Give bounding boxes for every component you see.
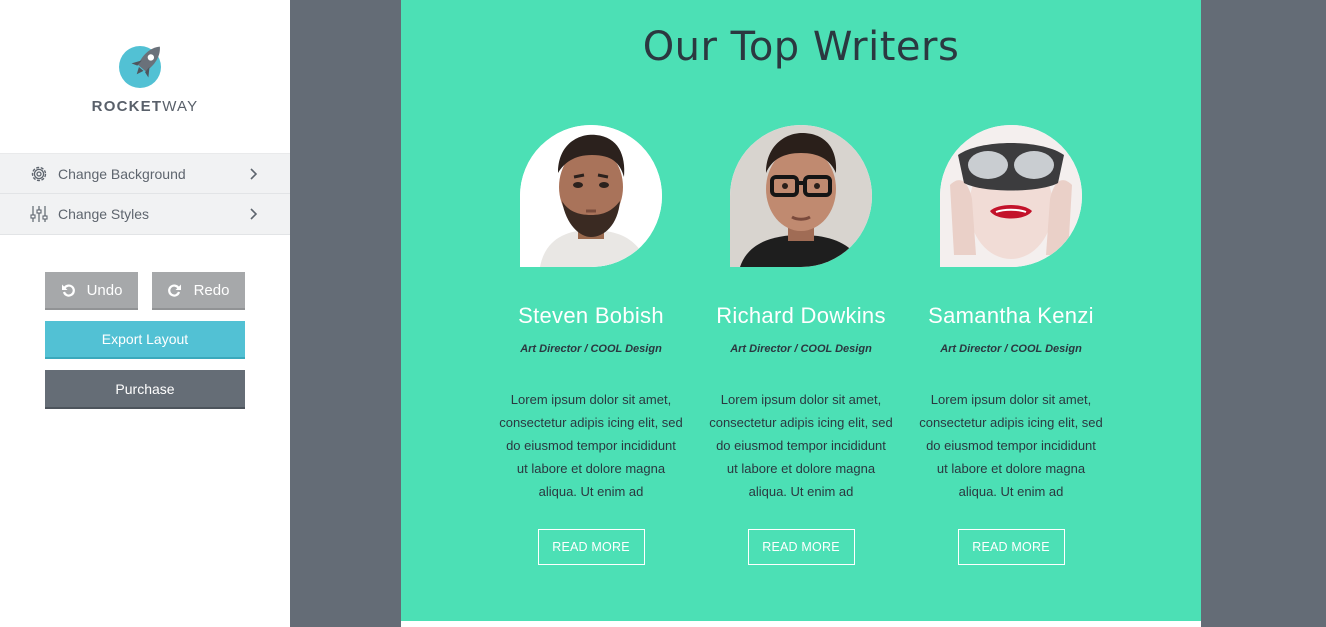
redo-label: Redo [193, 281, 230, 299]
undo-label: Undo [86, 281, 123, 299]
writer-bio: Lorem ipsum dolor sit amet, consectetur … [499, 392, 683, 499]
sidebar-menu: Change Background Change Styles [0, 153, 290, 235]
writer-card: Steven Bobish Art Director / COOL Design… [486, 125, 696, 565]
sidebar: ROCKETWAY Change Background Change Style… [0, 0, 290, 627]
writer-bio: Lorem ipsum dolor sit amet, consectetur … [709, 392, 893, 499]
section-title: Our Top Writers [642, 24, 960, 70]
history-buttons: Undo Redo [45, 272, 245, 311]
writer-name: Richard Dowkins [716, 303, 886, 328]
read-more-button[interactable]: READ MORE [537, 529, 645, 565]
gear-icon [30, 165, 48, 183]
read-more-button[interactable]: READ MORE [747, 529, 855, 565]
writer-photo [730, 125, 872, 267]
writer-card: Richard Dowkins Art Director / COOL Desi… [696, 125, 906, 565]
logo: ROCKETWAY [0, 40, 290, 115]
writer-photo [940, 125, 1082, 267]
chevron-right-icon [250, 168, 258, 180]
export-layout-button[interactable]: Export Layout [45, 321, 245, 359]
logo-text: ROCKETWAY [91, 98, 199, 115]
menu-item-change-styles[interactable]: Change Styles [0, 194, 290, 235]
undo-icon [61, 284, 75, 297]
chevron-right-icon [250, 208, 258, 220]
next-section-preview [401, 621, 1201, 627]
writer-bio: Lorem ipsum dolor sit amet, consectetur … [919, 392, 1103, 499]
writer-role: Art Director / COOL Design [940, 343, 1082, 355]
purchase-button[interactable]: Purchase [45, 370, 245, 409]
writer-photo [520, 125, 662, 267]
writer-role: Art Director / COOL Design [520, 343, 662, 355]
writer-name: Steven Bobish [518, 303, 664, 328]
menu-item-change-background[interactable]: Change Background [0, 153, 290, 194]
menu-item-label: Change Background [58, 165, 186, 182]
app: ROCKETWAY Change Background Change Style… [0, 0, 1326, 627]
writer-name: Samantha Kenzi [928, 303, 1094, 328]
redo-icon [167, 284, 181, 297]
writer-card: Samantha Kenzi Art Director / COOL Desig… [906, 125, 1116, 565]
editor-canvas: Our Top Writers Steven Bobish Art Direct… [290, 0, 1326, 627]
writers-section[interactable]: Our Top Writers Steven Bobish Art Direct… [401, 0, 1201, 621]
menu-item-label: Change Styles [58, 206, 150, 222]
writer-role: Art Director / COOL Design [730, 343, 872, 355]
undo-button[interactable]: Undo [45, 272, 138, 310]
read-more-button[interactable]: READ MORE [957, 529, 1065, 565]
sliders-icon [30, 205, 48, 223]
redo-button[interactable]: Redo [152, 272, 245, 310]
rocket-icon [119, 46, 161, 88]
